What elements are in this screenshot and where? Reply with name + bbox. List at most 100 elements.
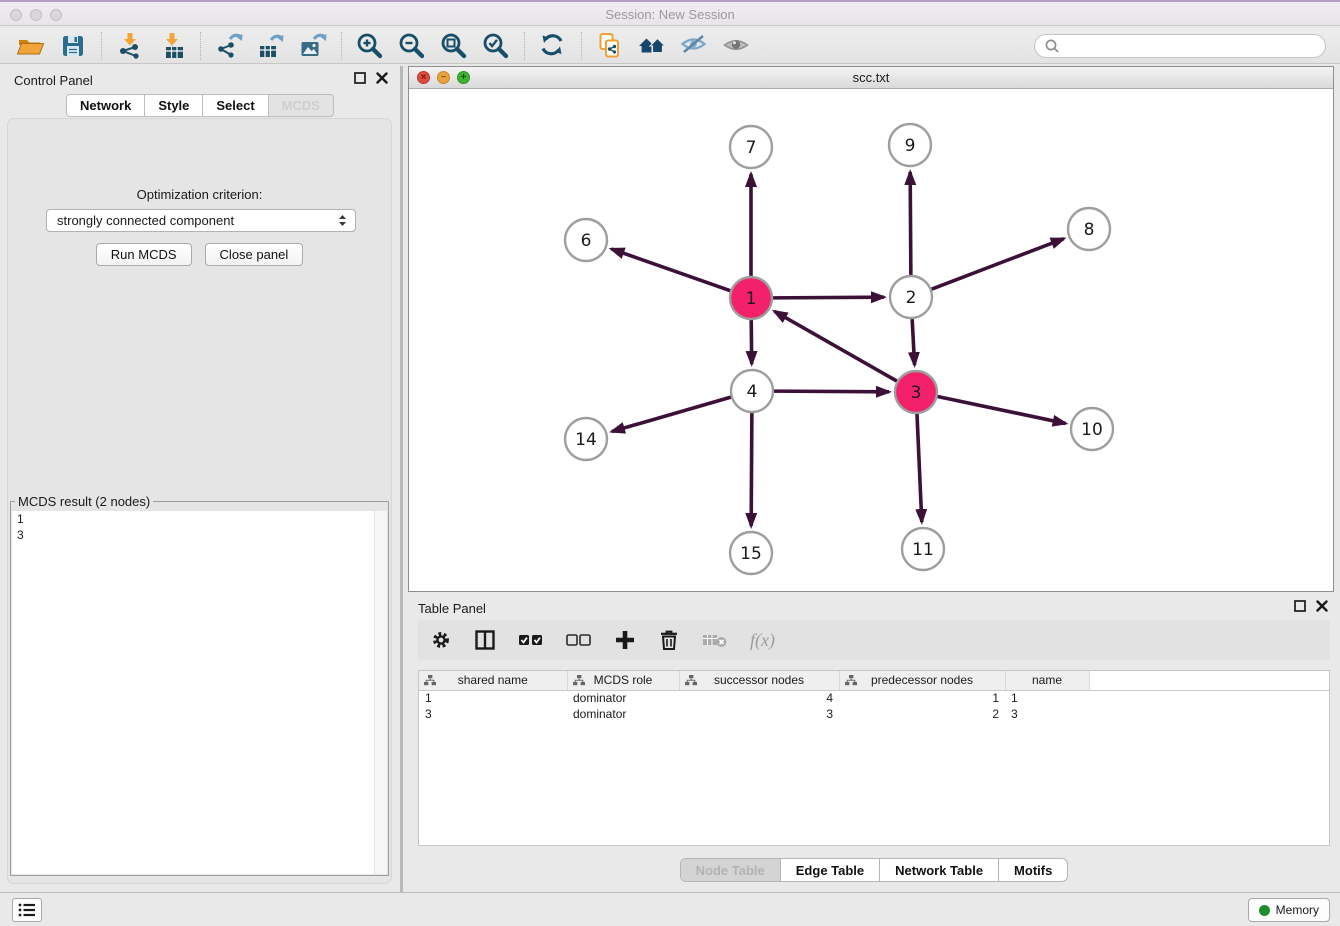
memory-button[interactable]: Memory bbox=[1248, 898, 1330, 922]
column-header-successor-nodes[interactable]: successor nodes bbox=[679, 671, 839, 690]
title-bar: Session: New Session bbox=[0, 0, 1340, 26]
table-cell[interactable]: 1 bbox=[1005, 690, 1089, 706]
table-row[interactable]: 1dominator411 bbox=[419, 690, 1329, 706]
table-cell[interactable]: 1 bbox=[839, 690, 1005, 706]
create-new-column-plus-icon[interactable] bbox=[614, 629, 636, 651]
graph-edge-1-2[interactable] bbox=[773, 297, 884, 298]
table-cell-filler bbox=[1089, 690, 1329, 706]
table-cell[interactable]: dominator bbox=[567, 690, 679, 706]
graph-node-label: 7 bbox=[746, 138, 757, 158]
network-window-titlebar[interactable]: × − + scc.txt bbox=[409, 67, 1333, 89]
delete-column-trash-icon[interactable] bbox=[658, 629, 680, 651]
tab-node-table[interactable]: Node Table bbox=[681, 859, 780, 881]
graph-edge-2-3[interactable] bbox=[912, 319, 914, 365]
zoom-out-icon[interactable] bbox=[391, 30, 433, 62]
table-cell[interactable]: 3 bbox=[1005, 706, 1089, 722]
optimization-criterion-select[interactable]: strongly connected component bbox=[46, 209, 356, 232]
selected-option: strongly connected component bbox=[57, 213, 334, 228]
graph-node-label: 9 bbox=[905, 136, 916, 156]
tab-mcds[interactable]: MCDS bbox=[268, 94, 334, 117]
export-network-icon[interactable] bbox=[208, 30, 250, 62]
table-cell[interactable]: 4 bbox=[679, 690, 839, 706]
network-graph[interactable]: 7968124314101511 bbox=[409, 89, 1333, 591]
split-view-icon[interactable] bbox=[474, 629, 496, 651]
zoom-fit-icon[interactable] bbox=[433, 30, 475, 62]
column-header-predecessor-nodes[interactable]: predecessor nodes bbox=[839, 671, 1005, 690]
search-box[interactable] bbox=[1034, 34, 1326, 58]
network-canvas[interactable]: 7968124314101511 bbox=[409, 89, 1333, 591]
graph-edge-2-8[interactable] bbox=[932, 239, 1064, 290]
hide-selected-eye-slash-icon[interactable] bbox=[673, 30, 715, 62]
search-icon bbox=[1044, 38, 1060, 54]
hierarchy-icon bbox=[685, 675, 697, 689]
control-panel-header: Control Panel bbox=[0, 66, 400, 92]
mcds-result-item[interactable]: 3 bbox=[12, 527, 387, 543]
close-panel-icon[interactable] bbox=[1316, 600, 1328, 612]
memory-status-dot bbox=[1259, 905, 1270, 916]
graph-edge-3-11[interactable] bbox=[917, 414, 922, 522]
reset-focus-home-icon[interactable] bbox=[631, 30, 673, 62]
zoom-selected-icon[interactable] bbox=[475, 30, 517, 62]
tab-network[interactable]: Network bbox=[66, 94, 145, 117]
table-cell[interactable]: 3 bbox=[419, 706, 567, 722]
column-settings-gear-icon[interactable] bbox=[430, 629, 452, 651]
window-title: Session: New Session bbox=[0, 7, 1340, 22]
graph-node-label: 8 bbox=[1084, 220, 1095, 240]
graph-edge-4-14[interactable] bbox=[612, 397, 731, 431]
graph-edge-4-15[interactable] bbox=[751, 413, 752, 526]
column-header-shared-name[interactable]: shared name bbox=[419, 671, 567, 690]
tab-motifs[interactable]: Motifs bbox=[998, 859, 1067, 881]
deselect-all-rows-icon[interactable] bbox=[566, 633, 592, 647]
table-row[interactable]: 3dominator323 bbox=[419, 706, 1329, 722]
export-image-icon[interactable] bbox=[292, 30, 334, 62]
graph-edge-3-10[interactable] bbox=[938, 397, 1066, 424]
graph-edge-3-1[interactable] bbox=[774, 311, 896, 381]
column-header-name[interactable]: name bbox=[1005, 671, 1089, 690]
graph-edge-2-9[interactable] bbox=[910, 172, 911, 275]
table-panel-header: Table Panel bbox=[408, 594, 1340, 620]
scrollbar-track[interactable] bbox=[374, 511, 387, 874]
task-history-button[interactable] bbox=[12, 898, 42, 922]
tab-network-table[interactable]: Network Table bbox=[879, 859, 998, 881]
list-icon bbox=[17, 901, 37, 919]
close-panel-button[interactable]: Close panel bbox=[205, 243, 304, 266]
float-panel-icon[interactable] bbox=[1294, 600, 1306, 612]
open-session-icon[interactable] bbox=[10, 30, 52, 62]
table-cell[interactable]: dominator bbox=[567, 706, 679, 722]
table-cell[interactable]: 2 bbox=[839, 706, 1005, 722]
save-session-icon[interactable] bbox=[52, 30, 94, 62]
import-network-icon[interactable] bbox=[109, 30, 151, 62]
graph-edge-1-6[interactable] bbox=[611, 249, 730, 291]
graph-edge-4-3[interactable] bbox=[774, 391, 889, 392]
table-panel-title: Table Panel bbox=[418, 601, 486, 616]
import-table-icon[interactable] bbox=[151, 30, 193, 62]
float-panel-icon[interactable] bbox=[354, 72, 366, 84]
graph-node-label: 10 bbox=[1081, 420, 1103, 440]
hierarchy-icon bbox=[424, 675, 436, 689]
column-header-mcds-role[interactable]: MCDS role bbox=[567, 671, 679, 690]
column-header-filler bbox=[1089, 671, 1329, 690]
graph-node-label: 11 bbox=[912, 540, 934, 560]
close-panel-icon[interactable] bbox=[376, 72, 388, 84]
table-panel: Table Panel bbox=[408, 594, 1340, 892]
memory-label: Memory bbox=[1276, 903, 1319, 917]
select-all-rows-icon[interactable] bbox=[518, 633, 544, 647]
table-header-row[interactable]: shared name MCDS role successor nodes pr… bbox=[419, 671, 1329, 690]
zoom-in-icon[interactable] bbox=[349, 30, 391, 62]
mcds-result-list[interactable]: 13 bbox=[12, 511, 387, 874]
graph-node-label: 14 bbox=[575, 430, 597, 450]
node-table[interactable]: shared name MCDS role successor nodes pr… bbox=[418, 670, 1330, 846]
refresh-view-icon[interactable] bbox=[532, 30, 574, 62]
status-bar: Memory bbox=[0, 892, 1340, 926]
table-cell[interactable]: 3 bbox=[679, 706, 839, 722]
table-cell[interactable]: 1 bbox=[419, 690, 567, 706]
search-input[interactable] bbox=[1065, 39, 1316, 53]
show-all-eye-icon[interactable] bbox=[715, 30, 757, 62]
tab-select[interactable]: Select bbox=[202, 94, 268, 117]
tab-style[interactable]: Style bbox=[144, 94, 203, 117]
run-mcds-button[interactable]: Run MCDS bbox=[96, 243, 192, 266]
tab-edge-table[interactable]: Edge Table bbox=[780, 859, 879, 881]
mcds-result-item[interactable]: 1 bbox=[12, 511, 387, 527]
export-table-icon[interactable] bbox=[250, 30, 292, 62]
new-network-from-selection-icon[interactable] bbox=[589, 30, 631, 62]
